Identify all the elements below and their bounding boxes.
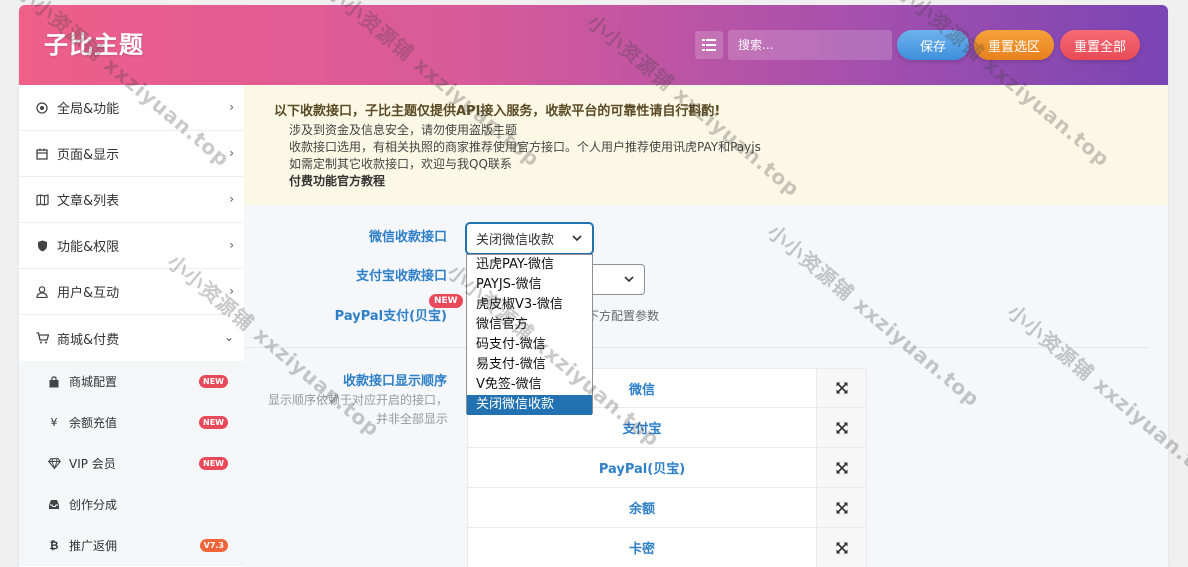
drag-handle[interactable]: [817, 448, 866, 487]
sidebar-item-label: 页面&显示: [57, 148, 120, 163]
sidebar-item-label: 文章&列表: [57, 194, 120, 209]
chevron-right-icon: ›: [229, 100, 234, 114]
drag-handle[interactable]: [817, 528, 866, 567]
shop-submenu: 商城配置 NEW ¥ 余额充值 NEW VIP 会员 NEW 创作分成 ₿ 推广…: [19, 361, 244, 566]
wechat-payment-value: 关闭微信收款: [476, 233, 555, 248]
chevron-down-icon: ⌄: [223, 330, 234, 344]
save-button[interactable]: 保存: [897, 30, 969, 60]
header-bar: 子比主题 保存 重置选区 重置全部: [19, 5, 1168, 85]
chevron-right-icon: ›: [229, 238, 234, 252]
wechat-payment-options: 迅虎PAY-微信 PAYJS-微信 虎皮椒V3-微信 微信官方 码支付-微信 易…: [466, 254, 593, 415]
sidebar-item-pages[interactable]: 页面&显示 ›: [19, 131, 244, 177]
dropdown-option[interactable]: 微信官方: [467, 315, 592, 335]
sortable-row[interactable]: 卡密: [467, 528, 867, 567]
sidebar-item-permissions[interactable]: 功能&权限 ›: [19, 223, 244, 269]
notice-title: 以下收款接口，子比主题仅提供API接入服务，收款平台的可靠性请自行斟酌!: [274, 104, 721, 119]
move-arrows-icon: [836, 462, 847, 473]
shopping-bag-icon: [47, 375, 61, 389]
new-badge: NEW: [199, 457, 228, 470]
menu-list-icon: [702, 39, 716, 51]
move-arrows-icon: [836, 502, 847, 513]
dropdown-option[interactable]: 虎皮椒V3-微信: [467, 295, 592, 315]
drag-handle[interactable]: [817, 488, 866, 527]
chevron-right-icon: ›: [229, 284, 234, 298]
payment-order-description: 显示顺序依赖于对应开启的接口，并非全部显示: [267, 393, 448, 426]
sidebar-item-users[interactable]: 用户&互动 ›: [19, 269, 244, 315]
yen-icon: ¥: [50, 416, 58, 429]
chevron-right-icon: ›: [229, 146, 234, 160]
target-icon: [35, 101, 49, 115]
sidebar-subitem-vip[interactable]: VIP 会员 NEW: [19, 443, 244, 484]
dropdown-option[interactable]: V免签-微信: [467, 375, 592, 395]
sidebar-subitem-label: 创作分成: [69, 498, 118, 512]
dropdown-option[interactable]: 码支付-微信: [467, 335, 592, 355]
notice-line: 涉及到资金及信息安全，请勿使用盗版主题: [289, 123, 518, 137]
sidebar: 全局&功能 › 页面&显示 › 文章&列表 › 功能&权限 › 用户&互动 › …: [19, 85, 244, 567]
new-badge: NEW: [429, 294, 463, 308]
dropdown-option[interactable]: PAYJS-微信: [467, 275, 592, 295]
reset-all-button[interactable]: 重置全部: [1060, 30, 1140, 60]
order-item-label: PayPal(贝宝): [468, 448, 817, 487]
sidebar-item-label: 功能&权限: [57, 240, 120, 255]
reset-section-button[interactable]: 重置选区: [974, 30, 1054, 60]
sortable-row[interactable]: 余额: [467, 488, 867, 528]
order-item-label: 卡密: [468, 528, 817, 567]
sidebar-subitem-label: VIP 会员: [69, 457, 116, 471]
sidebar-subitem-shop-config[interactable]: 商城配置 NEW: [19, 361, 244, 402]
cart-icon: [35, 331, 49, 345]
sidebar-item-global[interactable]: 全局&功能 ›: [19, 85, 244, 131]
alipay-payment-label: 支付宝收款接口: [355, 269, 447, 284]
chevron-down-icon: [572, 235, 582, 242]
payment-notice: 以下收款接口，子比主题仅提供API接入服务，收款平台的可靠性请自行斟酌! 涉及到…: [244, 85, 1168, 205]
notice-line: 如需定制其它收款接口，欢迎与我QQ联系: [289, 157, 512, 171]
sidebar-item-label: 全局&功能: [57, 102, 120, 117]
sidebar-subitem-affiliate[interactable]: ₿ 推广返佣 V7.3: [19, 525, 244, 566]
chevron-right-icon: ›: [229, 192, 234, 206]
sidebar-item-articles[interactable]: 文章&列表 ›: [19, 177, 244, 223]
menu-toggle-button[interactable]: [695, 31, 723, 59]
shield-icon: [35, 239, 49, 253]
dropdown-option[interactable]: 易支付-微信: [467, 355, 592, 375]
app-title: 子比主题: [44, 31, 144, 59]
move-arrows-icon: [836, 382, 847, 394]
sidebar-item-label: 用户&互动: [57, 286, 120, 301]
search-input[interactable]: [728, 30, 892, 60]
paypal-payment-label: PayPal支付(贝宝): [334, 309, 447, 324]
calendar-icon: [35, 147, 49, 161]
drag-handle[interactable]: [817, 369, 866, 407]
sidebar-subitem-label: 推广返佣: [69, 539, 118, 553]
section-divider: [245, 347, 1149, 348]
sidebar-subitem-revenue-share[interactable]: 创作分成: [19, 484, 244, 525]
sidebar-subitem-label: 余额充值: [69, 416, 118, 430]
inbox-icon: [47, 498, 61, 512]
new-badge: NEW: [199, 375, 228, 388]
drag-handle[interactable]: [817, 408, 866, 447]
dropdown-option-selected[interactable]: 关闭微信收款: [467, 395, 592, 415]
paypal-help-text: 下方配置参数: [587, 309, 660, 323]
wechat-payment-select[interactable]: 关闭微信收款: [466, 223, 593, 254]
version-badge: V7.3: [199, 539, 228, 552]
diamond-icon: [47, 457, 61, 471]
chevron-down-icon: [624, 276, 634, 283]
order-item-label: 余额: [468, 488, 817, 527]
move-arrows-icon: [836, 422, 847, 433]
notice-line: 收款接口选用，有相关执照的商家推荐使用官方接口。个人用户推荐使用讯虎PAY和Pa…: [289, 140, 761, 154]
payment-order-label: 收款接口显示顺序: [342, 374, 447, 389]
dropdown-option[interactable]: 迅虎PAY-微信: [467, 255, 592, 275]
sidebar-subitem-label: 商城配置: [69, 375, 118, 389]
tutorial-link[interactable]: 付费功能官方教程: [274, 173, 1168, 190]
new-badge: NEW: [199, 416, 228, 429]
bitcoin-icon: ₿: [49, 539, 59, 552]
wechat-payment-label: 微信收款接口: [368, 230, 447, 245]
sidebar-item-shop[interactable]: 商城&付费 ⌄: [19, 315, 244, 361]
sortable-row[interactable]: PayPal(贝宝): [467, 448, 867, 488]
move-arrows-icon: [836, 542, 847, 553]
map-icon: [35, 193, 49, 207]
sidebar-subitem-recharge[interactable]: ¥ 余额充值 NEW: [19, 402, 244, 443]
sidebar-item-label: 商城&付费: [57, 332, 120, 348]
user-icon: [35, 285, 49, 299]
